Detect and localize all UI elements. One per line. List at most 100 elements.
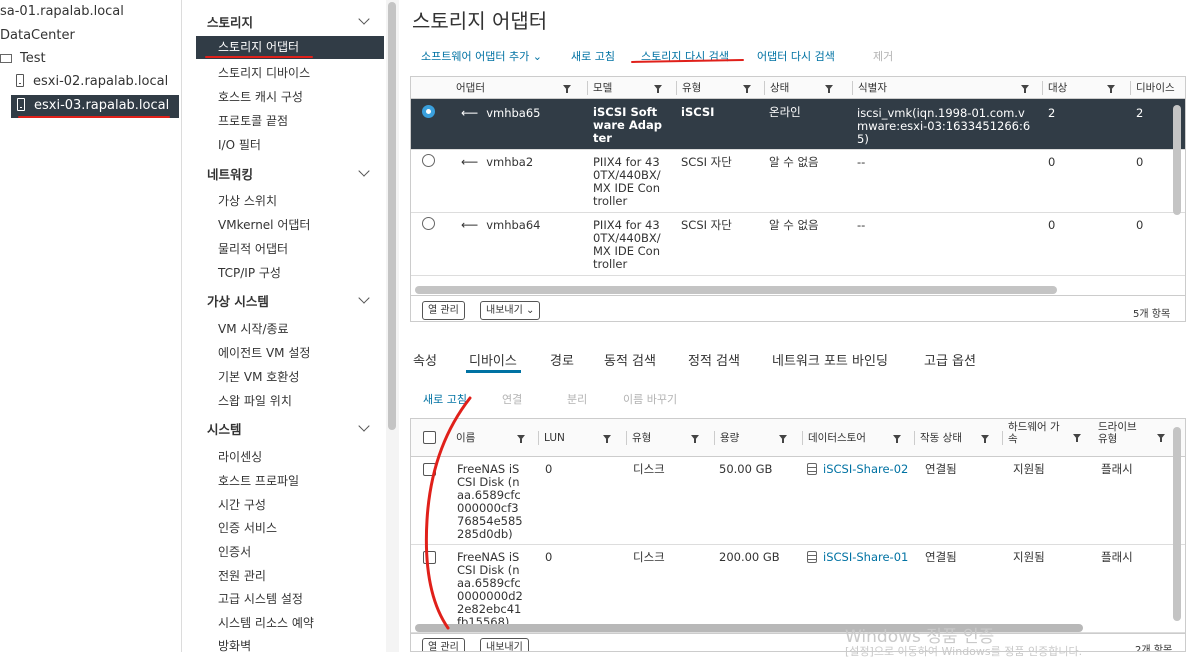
row-checkbox[interactable] xyxy=(423,463,436,476)
col-lun[interactable]: LUN xyxy=(539,427,627,449)
nav-item-virtual-switches[interactable]: 가상 스위치 xyxy=(218,192,277,209)
nav-item-time-config[interactable]: 시간 구성 xyxy=(218,496,266,513)
tab-static-discovery[interactable]: 정적 검색 xyxy=(688,350,740,369)
remove-button[interactable]: 제거 xyxy=(873,48,893,64)
col-identifier[interactable]: 식별자 xyxy=(853,77,1043,99)
tab-devices[interactable]: 디바이스 xyxy=(469,350,517,369)
filter-icon xyxy=(563,85,571,93)
col-datastore[interactable]: 데이터스토어 xyxy=(803,427,915,449)
col-capacity[interactable]: 용량 xyxy=(715,427,803,449)
nav-section-system[interactable]: 시스템 xyxy=(207,419,242,438)
col-type[interactable]: 유형 xyxy=(627,427,715,449)
device-drive-type: 플래시 xyxy=(1101,550,1133,564)
nav-item-auth-services[interactable]: 인증 서비스 xyxy=(218,519,277,536)
col-operational-state[interactable]: 작동 상태 xyxy=(915,427,1003,449)
row-radio[interactable] xyxy=(422,154,435,167)
nav-item-vmkernel-adapters[interactable]: VMkernel 어댑터 xyxy=(218,216,310,233)
export-button[interactable]: 내보내기 xyxy=(480,638,529,651)
nav-item-licensing[interactable]: 라이센싱 xyxy=(218,448,262,465)
chevron-down-icon[interactable] xyxy=(358,420,370,432)
row-radio[interactable] xyxy=(422,217,435,230)
scroll-thumb[interactable] xyxy=(388,2,396,430)
add-software-adapter-button[interactable]: 소프트웨어 어댑터 추가 ⌄ xyxy=(421,48,542,64)
col-targets[interactable]: 대상 xyxy=(1043,77,1131,99)
configure-nav: 스토리지 스토리지 어댑터 스토리지 디바이스 호스트 캐시 구성 프로토콜 끝… xyxy=(183,0,385,654)
device-refresh-button[interactable]: 새로 고침 xyxy=(423,391,467,407)
chevron-down-icon[interactable] xyxy=(358,292,370,304)
tree-item-datacenter[interactable]: DataCenter xyxy=(0,28,75,43)
horizontal-scrollbar[interactable] xyxy=(415,286,1057,294)
col-drive-type[interactable]: 드라이브 유형 xyxy=(1093,421,1143,445)
chevron-down-icon[interactable] xyxy=(358,165,370,177)
chevron-down-icon[interactable] xyxy=(358,13,370,25)
rename-button[interactable]: 이름 바꾸기 xyxy=(623,391,677,407)
row-radio[interactable] xyxy=(422,105,435,118)
table-row[interactable]: FreeNAS iSCSI Disk (naa.6589cfc0000000d2… xyxy=(411,545,1185,633)
col-model[interactable]: 모델 xyxy=(588,77,677,99)
manage-columns-button[interactable]: 열 관리 xyxy=(422,301,465,320)
nav-section-storage[interactable]: 스토리지 xyxy=(207,12,253,31)
datastore-icon xyxy=(807,463,817,475)
tab-paths[interactable]: 경로 xyxy=(550,350,574,369)
export-button[interactable]: 내보내기 ⌄ xyxy=(480,301,541,320)
row-checkbox[interactable] xyxy=(423,551,436,564)
nav-item-agent-vm[interactable]: 에이전트 VM 설정 xyxy=(218,344,310,361)
nav-item-default-vm-compat[interactable]: 기본 VM 호환성 xyxy=(218,368,299,385)
nav-section-networking[interactable]: 네트워킹 xyxy=(207,164,253,183)
adapter-targets: 0 xyxy=(1048,155,1056,169)
device-datastore-link[interactable]: iSCSI-Share-02 xyxy=(807,463,911,476)
nav-item-io-filters[interactable]: I/O 필터 xyxy=(218,136,261,153)
col-devices[interactable]: 디바이스 xyxy=(1131,77,1185,99)
detach-button[interactable]: 분리 xyxy=(567,391,587,407)
device-datastore-link[interactable]: iSCSI-Share-01 xyxy=(807,551,911,564)
nav-item-host-profile[interactable]: 호스트 프로파일 xyxy=(218,472,299,489)
nav-item-power-mgmt[interactable]: 전원 관리 xyxy=(218,567,266,584)
col-adapter[interactable]: 어댑터 xyxy=(451,77,588,99)
table-row[interactable]: FreeNAS iSCSI Disk (naa.6589cfc000000cf3… xyxy=(411,457,1185,545)
col-name[interactable]: 이름 xyxy=(451,427,539,449)
filter-icon xyxy=(603,435,611,443)
nav-item-vm-startup[interactable]: VM 시작/종료 xyxy=(218,320,289,337)
rescan-adapters-button[interactable]: 어댑터 다시 검색 xyxy=(757,48,835,64)
nav-item-swap-file[interactable]: 스왑 파일 위치 xyxy=(218,392,292,409)
manage-columns-button[interactable]: 열 관리 xyxy=(422,638,465,651)
tree-item-host-esxi-03[interactable]: esxi-03.rapalab.local xyxy=(11,95,179,118)
adapter-status: 온라인 xyxy=(769,105,801,119)
adapter-identifier: -- xyxy=(857,218,866,232)
attach-button[interactable]: 연결 xyxy=(502,391,522,407)
table-row[interactable]: ⟵ vmhba2 PIIX4 for 430TX/440BX/MX IDE Con… xyxy=(411,150,1185,213)
nav-scrollbar[interactable] xyxy=(386,0,399,652)
col-hw-accel[interactable]: 하드웨어 가속 xyxy=(1003,421,1063,445)
select-all-checkbox[interactable] xyxy=(423,431,436,444)
refresh-button[interactable]: 새로 고침 xyxy=(571,48,615,64)
tab-properties[interactable]: 속성 xyxy=(413,350,437,369)
nav-item-advanced-settings[interactable]: 고급 시스템 설정 xyxy=(218,590,303,607)
col-status[interactable]: 상태 xyxy=(765,77,853,99)
col-type[interactable]: 유형 xyxy=(677,77,765,99)
vertical-scrollbar[interactable] xyxy=(1173,105,1181,215)
vertical-scrollbar[interactable] xyxy=(1173,427,1181,621)
table-row[interactable]: ⟵ vmhba64 PIIX4 for 430TX/440BX/MX IDE Co… xyxy=(411,213,1185,276)
nav-item-firewall[interactable]: 방화벽 xyxy=(218,637,251,654)
nav-item-certificates[interactable]: 인증서 xyxy=(218,543,251,560)
active-tab-indicator xyxy=(466,370,521,373)
nav-item-tcpip[interactable]: TCP/IP 구성 xyxy=(218,264,281,281)
tree-item-host-esxi-02[interactable]: esxi-02.rapalab.local xyxy=(16,74,168,89)
nav-item-storage-devices[interactable]: 스토리지 디바이스 xyxy=(218,64,310,81)
adapter-name: ⟵ vmhba65 xyxy=(461,106,541,120)
filter-icon xyxy=(1073,434,1081,442)
device-hw-accel: 지원됨 xyxy=(1013,462,1045,476)
tree-item-cluster[interactable]: Test xyxy=(0,51,46,66)
tab-network-port-binding[interactable]: 네트워크 포트 바인딩 xyxy=(772,350,888,369)
annotation-underline xyxy=(18,116,170,118)
nav-item-host-cache[interactable]: 호스트 캐시 구성 xyxy=(218,88,303,105)
tree-item-vcenter[interactable]: sa-01.rapalab.local xyxy=(0,4,124,19)
table-row[interactable]: ⟵ vmhba65 iSCSI Software Adapter iSCSI 온라… xyxy=(411,99,1185,150)
tab-dynamic-discovery[interactable]: 동적 검색 xyxy=(604,350,656,369)
nav-item-physical-adapters[interactable]: 물리적 어댑터 xyxy=(218,240,288,257)
tab-advanced-options[interactable]: 고급 옵션 xyxy=(924,350,976,369)
nav-item-protocol-endpoints[interactable]: 프로토콜 끝점 xyxy=(218,112,288,129)
nav-section-vms[interactable]: 가상 시스템 xyxy=(207,291,269,310)
nav-item-resource-reservation[interactable]: 시스템 리소스 예약 xyxy=(218,614,314,631)
adapter-devices: 0 xyxy=(1136,155,1144,169)
